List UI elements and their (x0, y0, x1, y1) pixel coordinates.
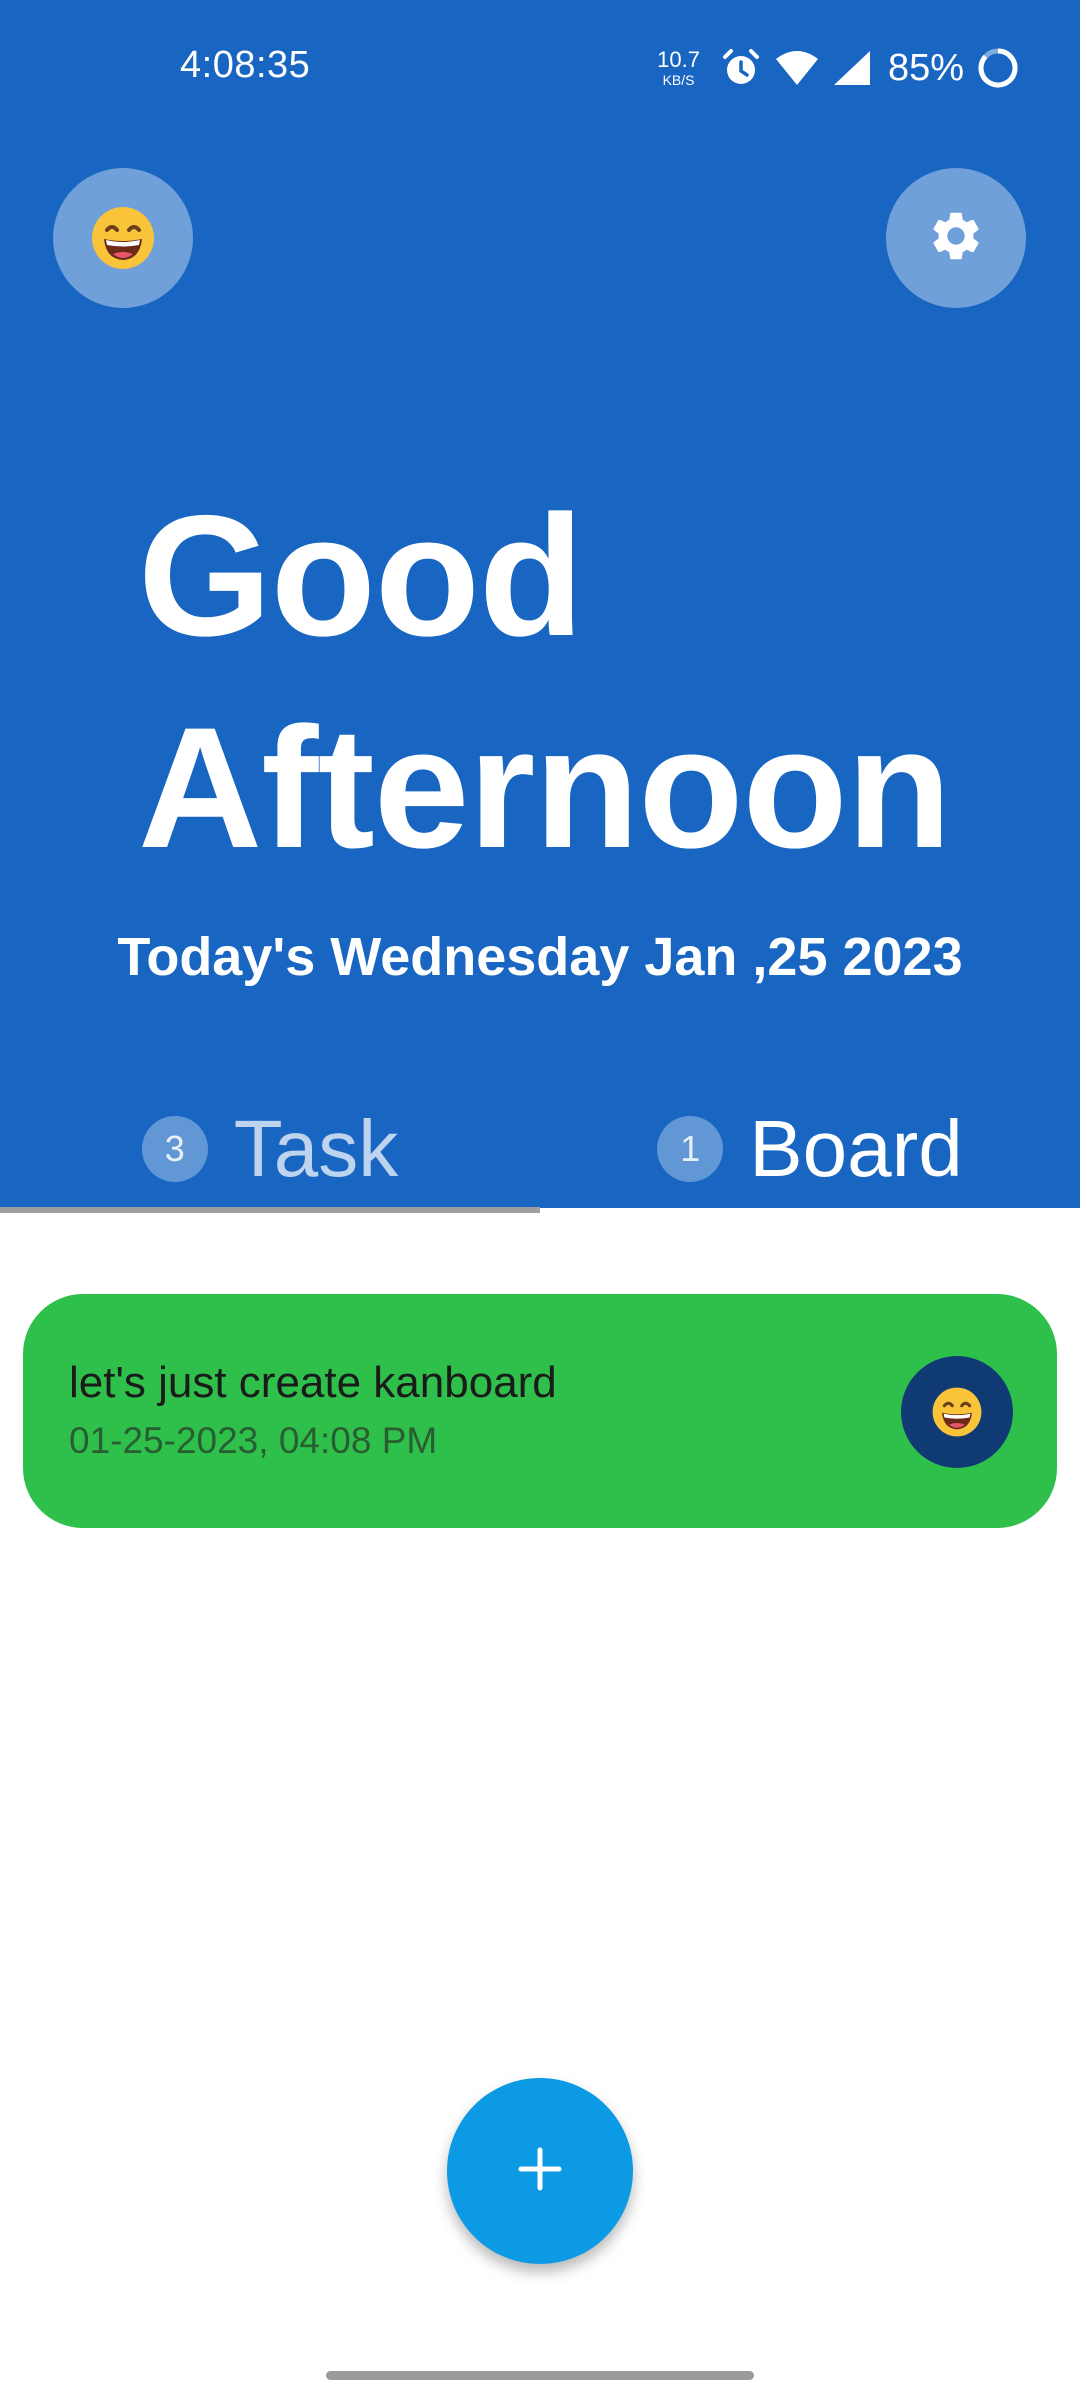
tab-task[interactable]: 3 Task (0, 1090, 540, 1208)
home-indicator[interactable] (326, 2371, 754, 2380)
plus-icon (515, 2144, 565, 2199)
avatar-button[interactable] (53, 168, 193, 308)
battery-ring-icon (976, 46, 1020, 90)
board-count-badge: 1 (657, 1116, 724, 1182)
smiling-face-icon (931, 1386, 983, 1438)
settings-button[interactable] (886, 168, 1026, 308)
gear-icon (927, 207, 985, 270)
status-time: 4:08:35 (180, 44, 311, 86)
tab-board-label: Board (749, 1104, 963, 1193)
network-speed-unit: KB/S (662, 72, 695, 88)
wifi-icon (774, 49, 820, 87)
task-count-badge: 3 (141, 1116, 208, 1182)
network-speed-value: 10.7 (657, 47, 700, 72)
task-title: let's just create kanboard (69, 1358, 557, 1407)
battery-percent: 85% (887, 46, 964, 89)
smiling-face-icon (90, 205, 156, 271)
greeting-line-1: Good (138, 480, 584, 672)
status-icons: 10.7 KB/S 85% (657, 40, 1020, 96)
task-card[interactable]: let's just create kanboard 01-25-2023, 0… (23, 1294, 1057, 1528)
add-task-button[interactable] (447, 2078, 633, 2264)
signal-icon (832, 49, 872, 87)
date-subtitle: Today's Wednesday Jan ,25 2023 (117, 927, 963, 987)
tab-task-label: Task (233, 1104, 399, 1193)
header: 4:08:35 10.7 KB/S 85% Good Afternoon Tod… (0, 0, 1080, 1208)
task-avatar (901, 1356, 1013, 1468)
greeting-line-2: Afternoon (138, 692, 952, 884)
tab-board[interactable]: 1 Board (540, 1090, 1080, 1208)
greeting-title: Good Afternoon (138, 470, 1038, 894)
app-screen: 4:08:35 10.7 KB/S 85% Good Afternoon Tod… (0, 0, 1080, 2400)
tab-selected-indicator (0, 1207, 540, 1213)
alarm-icon (720, 47, 762, 89)
task-datetime: 01-25-2023, 04:08 PM (69, 1420, 438, 1461)
network-speed: 10.7 KB/S (657, 47, 700, 88)
tab-bar: 3 Task 1 Board (0, 1090, 1080, 1208)
